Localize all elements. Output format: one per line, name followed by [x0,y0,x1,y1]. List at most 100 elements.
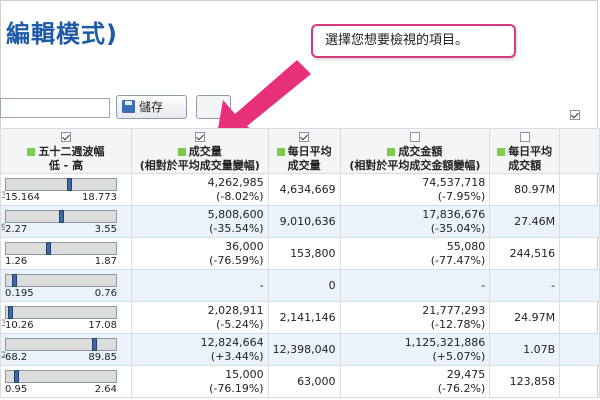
turnover-value: 17,836,676 [422,207,486,221]
volume-value: 2,028,911 [207,303,264,317]
volume-value: 12,824,664 [200,335,264,349]
avg-volume-value: 0 [328,278,336,292]
col-label: 每日平均 [508,145,553,158]
turnover-change: (+5.07%) [432,349,486,363]
status-square [276,148,285,156]
range-thumb[interactable] [14,369,19,383]
col-header-volume: 成交量 (相對於平均成交量變幅) [130,128,269,174]
avg-volume-cell: 63,000 [267,365,341,398]
status-square [387,148,396,156]
avg-volume-cell: 9,010,636 [267,205,341,238]
range-high: 3.55 [94,223,117,235]
turnover-change: (-76.2%) [437,381,486,395]
col-header-turnover: 成交金額 (相對於平均成交金額變幅) [339,128,491,174]
col-label: 成交量 [188,145,222,158]
name-input[interactable] [0,98,110,118]
range-high: 17.08 [88,319,117,331]
range-high: 1.87 [94,255,117,267]
range-cell: 0.95 2.64 [0,365,132,398]
range-thumb[interactable] [59,209,64,223]
row-cut-text: 3 [1,319,5,329]
select-all-checkbox[interactable] [570,109,580,120]
avg-volume-value: 153,800 [290,246,336,260]
turnover-change: (-7.95%) [437,189,486,203]
status-square [497,148,506,156]
col-checkbox-avg-turnover[interactable] [519,132,530,142]
status-square [27,148,36,156]
range-low: 1.26 [5,255,28,267]
range-high: 18.773 [82,191,117,203]
turnover-value: - [481,278,486,292]
turnover-cell: 1,125,321,886 (+5.07%) [339,333,491,366]
range-cell: 15.164 18.773 3 [0,173,132,206]
volume-change: (-8.02%) [216,189,264,203]
avg-volume-cell: 153,800 [267,237,341,270]
turnover-change: (-35.04%) [430,221,486,235]
turnover-value: 74,537,718 [422,175,486,189]
turnover-cell: 29,475 (-76.2%) [339,365,491,398]
instruction-tooltip: 選擇您想要檢視的項目。 [311,24,516,58]
col-checkbox-turnover[interactable] [409,132,420,142]
range-slider[interactable] [5,241,117,255]
range-cell: 2.27 3.55 9 [0,205,132,238]
page-title: 編輯模式) [6,20,118,48]
empty-cell [559,269,600,302]
range-slider[interactable] [5,177,117,191]
col-sublabel: (相對於平均成交金額變幅) [349,159,481,172]
volume-cell: 2,028,911 (-5.24%) [130,301,269,334]
avg-volume-value: 4,634,669 [279,182,336,196]
range-thumb[interactable] [46,241,51,255]
range-slider[interactable] [5,305,117,319]
range-cell: 68.2 89.85 2 [0,333,132,366]
empty-cell [559,365,600,398]
avg-turnover-value: 123,858 [509,374,556,388]
col-sublabel: 低 - 高 [48,159,84,172]
avg-turnover-cell: 123,858 [489,365,561,398]
range-cell: 0.195 0.76 [0,269,132,302]
turnover-value: 29,475 [446,367,486,381]
empty-cell [559,333,600,366]
volume-change: (-5.24%) [216,317,264,331]
avg-turnover-value: 24.97M [514,310,556,324]
avg-turnover-cell: 1.07B [489,333,561,366]
empty-cell [559,301,600,334]
col-header-range: 五十二週波幅 低 - 高 [0,128,132,174]
avg-turnover-cell: - [489,269,561,302]
col-sublabel: 成交量 [287,159,321,172]
empty-cell [559,173,600,206]
range-thumb[interactable] [92,337,97,351]
data-grid: 五十二週波幅 低 - 高 成交量 (相對於平均成交量變幅) 每日平均 成交量 成… [0,128,600,398]
table-row: 15.164 18.773 3 4,262,985 (-8.02%) 4,634… [0,173,600,206]
volume-cell: 4,262,985 (-8.02%) [130,173,269,206]
avg-turnover-value: 27.46M [514,214,556,228]
range-thumb[interactable] [12,273,17,287]
table-row: 10.26 17.08 3 2,028,911 (-5.24%) 2,141,1… [0,301,600,334]
tooltip-text: 選擇您想要檢視的項目。 [325,33,469,48]
range-thumb[interactable] [8,305,13,319]
avg-volume-cell: 12,398,040 [267,333,341,366]
range-slider[interactable] [5,337,117,351]
range-low: 0.195 [5,287,34,299]
volume-value: - [259,278,264,292]
range-slider[interactable] [5,209,117,223]
col-checkbox-avg-volume[interactable] [299,132,310,142]
save-button[interactable]: 儲存 [116,95,187,119]
empty-cell [559,205,600,238]
range-thumb[interactable] [67,177,72,191]
table-row: 2.27 3.55 9 5,808,600 (-35.54%) 9,010,63… [0,205,600,238]
volume-cell: - [130,269,269,302]
avg-turnover-cell: 27.46M [489,205,561,238]
range-slider[interactable] [5,273,117,287]
table-row: 68.2 89.85 2 12,824,664 (+3.44%) 12,398,… [0,333,600,366]
avg-turnover-value: 244,516 [509,246,556,260]
col-sublabel: (相對於平均成交量變幅) [139,159,260,172]
turnover-cell: 17,836,676 (-35.04%) [339,205,491,238]
range-high: 89.85 [88,351,117,363]
col-checkbox-range[interactable] [60,132,71,142]
col-checkbox-volume[interactable] [194,132,205,142]
volume-value: 36,000 [225,239,264,253]
turnover-cell: - [339,269,491,302]
range-slider[interactable] [5,369,117,383]
row-cut-text: 3 [1,191,5,201]
row-cut-text: 2 [1,351,5,361]
